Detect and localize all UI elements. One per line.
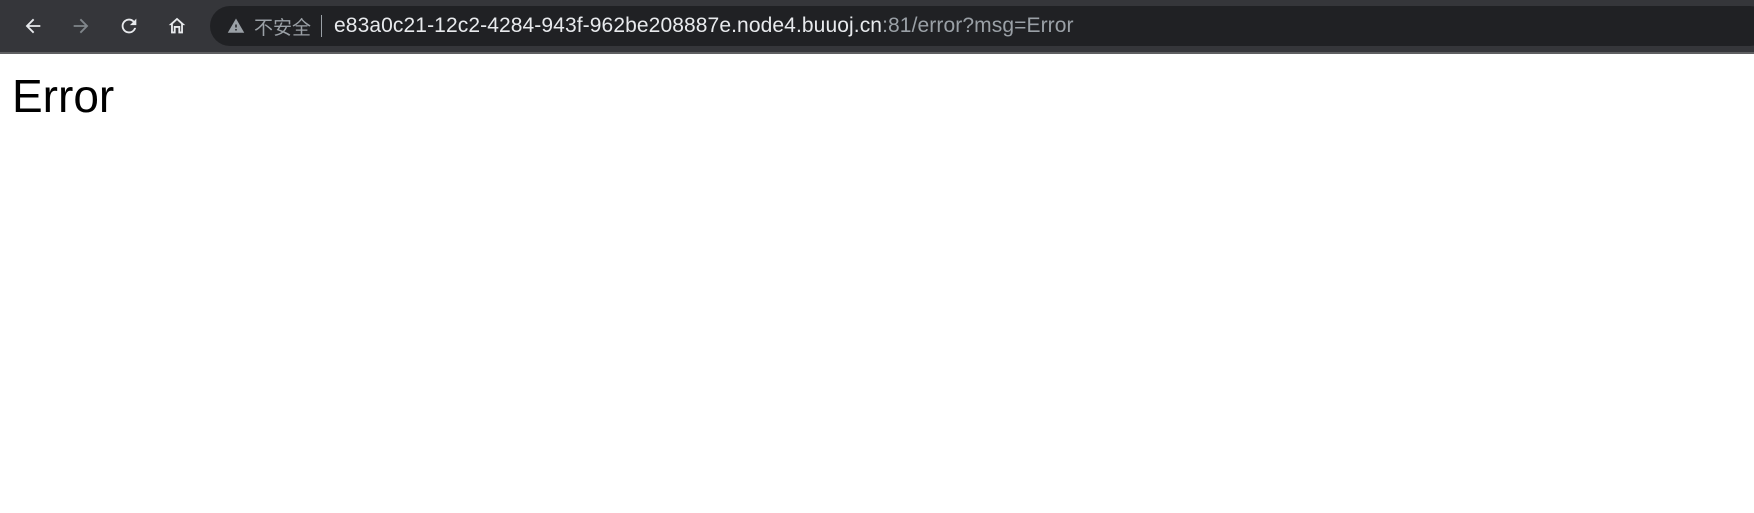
home-button[interactable]: [162, 11, 192, 41]
browser-toolbar: 不安全 e83a0c21-12c2-4284-943f-962be208887e…: [0, 0, 1754, 54]
security-label[interactable]: 不安全: [254, 13, 311, 40]
url-path[interactable]: :81/error?msg=Error: [882, 14, 1074, 38]
arrow-left-icon: [22, 15, 44, 37]
page-content: Error: [0, 54, 1754, 513]
address-bar[interactable]: 不安全 e83a0c21-12c2-4284-943f-962be208887e…: [210, 6, 1754, 46]
warning-triangle-icon[interactable]: [226, 16, 246, 36]
reload-icon: [118, 15, 140, 37]
address-separator: [321, 15, 323, 37]
forward-button[interactable]: [66, 11, 96, 41]
arrow-right-icon: [70, 15, 92, 37]
back-button[interactable]: [18, 11, 48, 41]
page-title: Error: [12, 70, 115, 122]
reload-button[interactable]: [114, 11, 144, 41]
url-host[interactable]: e83a0c21-12c2-4284-943f-962be208887e.nod…: [334, 14, 882, 38]
home-icon: [166, 15, 188, 37]
